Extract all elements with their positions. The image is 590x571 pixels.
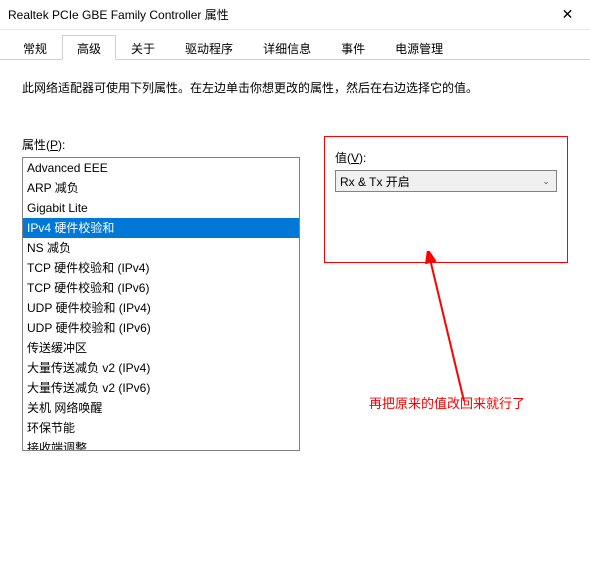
tab-driver[interactable]: 驱动程序 xyxy=(170,35,248,60)
list-item[interactable]: Advanced EEE xyxy=(23,158,299,178)
tab-power[interactable]: 电源管理 xyxy=(380,35,458,60)
annotation-text: 再把原来的值改回来就行了 xyxy=(369,393,525,412)
list-item[interactable]: 大量传送减负 v2 (IPv6) xyxy=(23,378,299,398)
list-item[interactable]: IPv4 硬件校验和 xyxy=(23,218,299,238)
property-column: 属性(P): Advanced EEEARP 减负Gigabit LiteIPv… xyxy=(22,136,300,451)
list-item[interactable]: 接收端调整 xyxy=(23,438,299,451)
close-button[interactable]: ✕ xyxy=(545,0,590,30)
tab-content: 此网络适配器可使用下列属性。在左边单击你想更改的属性，然后在右边选择它的值。 属… xyxy=(0,60,590,469)
list-item[interactable]: TCP 硬件校验和 (IPv4) xyxy=(23,258,299,278)
list-item[interactable]: UDP 硬件校验和 (IPv6) xyxy=(23,318,299,338)
list-item[interactable]: 关机 网络唤醒 xyxy=(23,398,299,418)
property-label: 属性(P): xyxy=(22,136,300,153)
tabstrip: 常规 高级 关于 驱动程序 详细信息 事件 电源管理 xyxy=(0,30,590,60)
close-icon: ✕ xyxy=(562,6,574,23)
description-text: 此网络适配器可使用下列属性。在左边单击你想更改的属性，然后在右边选择它的值。 xyxy=(22,78,568,98)
list-item[interactable]: TCP 硬件校验和 (IPv6) xyxy=(23,278,299,298)
value-label: 值(V): xyxy=(335,149,557,166)
tab-details[interactable]: 详细信息 xyxy=(248,35,326,60)
columns: 属性(P): Advanced EEEARP 减负Gigabit LiteIPv… xyxy=(22,136,568,451)
chevron-down-icon: ⌄ xyxy=(538,173,554,189)
tab-about[interactable]: 关于 xyxy=(116,35,170,60)
annotation-arrow xyxy=(424,251,544,411)
list-item[interactable]: UDP 硬件校验和 (IPv4) xyxy=(23,298,299,318)
list-item[interactable]: Gigabit Lite xyxy=(23,198,299,218)
list-item[interactable]: 大量传送减负 v2 (IPv4) xyxy=(23,358,299,378)
value-dropdown[interactable]: Rx & Tx 开启 ⌄ xyxy=(335,170,557,192)
tab-general[interactable]: 常规 xyxy=(8,35,62,60)
tab-events[interactable]: 事件 xyxy=(326,35,380,60)
list-item[interactable]: ARP 减负 xyxy=(23,178,299,198)
list-item[interactable]: 环保节能 xyxy=(23,418,299,438)
property-listbox[interactable]: Advanced EEEARP 减负Gigabit LiteIPv4 硬件校验和… xyxy=(22,157,300,451)
titlebar: Realtek PCIe GBE Family Controller 属性 ✕ xyxy=(0,0,590,30)
list-item[interactable]: 传送缓冲区 xyxy=(23,338,299,358)
value-dropdown-text: Rx & Tx 开启 xyxy=(340,173,410,190)
tab-advanced[interactable]: 高级 xyxy=(62,35,116,60)
value-column: 值(V): Rx & Tx 开启 ⌄ 再把原来的值改回来就行了 xyxy=(324,136,568,451)
window-title: Realtek PCIe GBE Family Controller 属性 xyxy=(8,6,545,23)
list-item[interactable]: NS 减负 xyxy=(23,238,299,258)
annotation-box: 值(V): Rx & Tx 开启 ⌄ xyxy=(324,136,568,263)
